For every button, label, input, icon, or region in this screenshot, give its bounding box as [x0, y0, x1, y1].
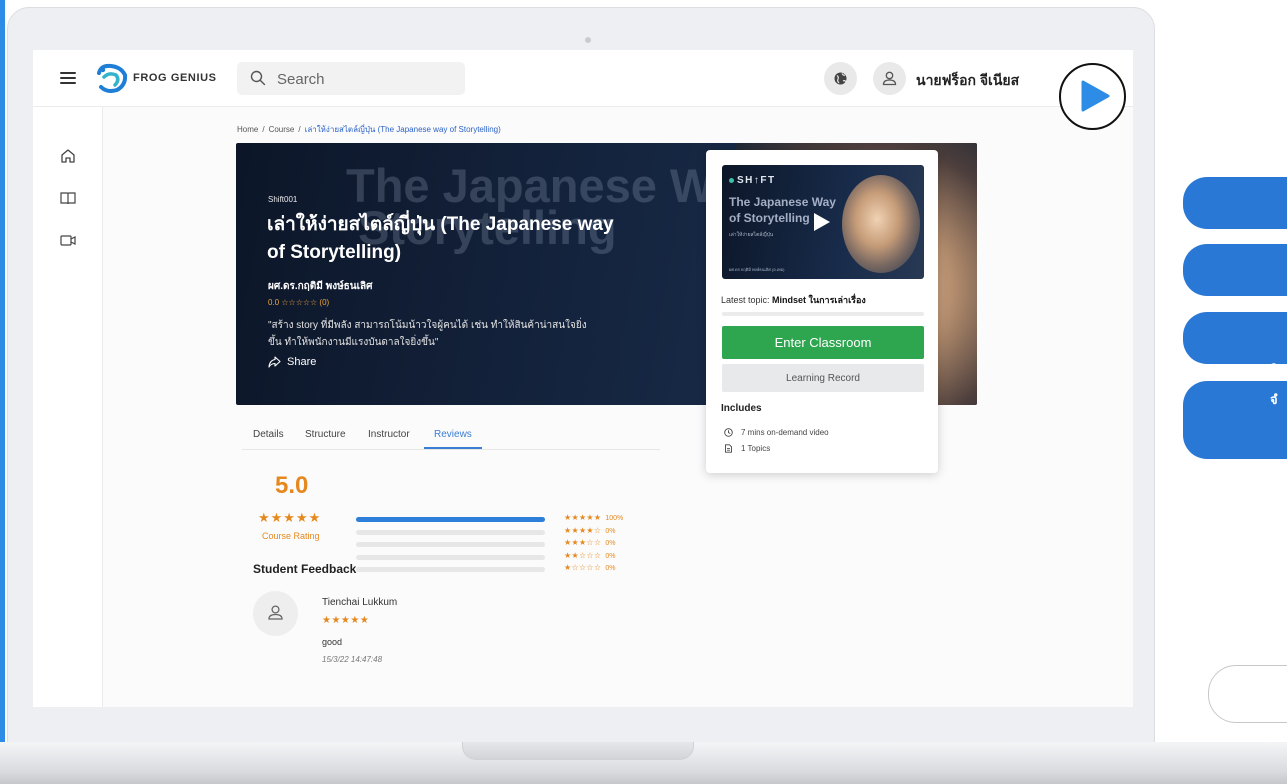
document-icon: [725, 444, 732, 453]
rating-bar-label: ★★★★★ 100%: [564, 513, 624, 522]
course-code: Shift001: [268, 195, 298, 204]
rating-bar: [356, 529, 545, 535]
brand-logo[interactable]: FROG GENIUS: [95, 62, 217, 94]
breadcrumb: Home / Course / เล่าให้ง่ายสไตล์ญี่ปุ่น (The…: [237, 125, 501, 134]
rating-bar-label: ★★☆☆☆ 0%: [564, 550, 616, 560]
rating-summary: 5.0 ★★★★★ Course Rating ★★★★★ 100% ★★★★☆ 0%…: [242, 460, 688, 572]
rating-bar: [356, 517, 545, 522]
breadcrumb-home[interactable]: Home: [237, 125, 258, 134]
rating-bar-label: ★☆☆☆☆ 0%: [564, 563, 616, 572]
sidebar: [33, 107, 103, 707]
user-name[interactable]: นายฟร็อก จีเนียส: [916, 70, 1019, 92]
top-bar: FROG GENIUS นายฟร็อก จีเนียส: [33, 50, 1133, 107]
tab-details[interactable]: Details: [253, 429, 284, 440]
enter-classroom-button[interactable]: Enter Classroom: [722, 326, 924, 359]
profile-button[interactable]: [873, 62, 906, 95]
clock-icon: [724, 428, 733, 437]
active-tab-indicator: [424, 447, 482, 449]
language-button[interactable]: [824, 62, 857, 95]
share-button[interactable]: Share: [268, 356, 316, 368]
play-icon[interactable]: [814, 213, 830, 231]
course-card: SH↑FT The Japanese Way of Storytelling เ…: [706, 150, 938, 473]
topic-progress-bar: [722, 312, 924, 316]
breadcrumb-course[interactable]: Course: [269, 125, 295, 134]
play-button[interactable]: [1059, 63, 1126, 130]
rating-bar: [356, 567, 545, 572]
side-pill-1[interactable]: [1183, 177, 1287, 229]
search-icon: [250, 70, 266, 86]
reviewer-name: Tienchai Lukkum: [322, 597, 398, 608]
tab-instructor[interactable]: Instructor: [368, 429, 410, 440]
side-pill-3-text: จ: [1270, 359, 1278, 374]
review-text: good: [322, 637, 343, 647]
laptop-notch: [462, 742, 694, 760]
thumbnail-subtitle: เล่าให้ง่ายสไตล์ญี่ปุ่น: [729, 232, 774, 238]
rating-bar: [356, 542, 545, 547]
video-icon[interactable]: [59, 231, 77, 249]
average-rating: 5.0: [275, 472, 309, 499]
feedback-title: Student Feedback: [253, 562, 357, 576]
thumbnail-brand: SH↑FT: [729, 175, 776, 186]
course-author: ผศ.ดร.กฤติมี พงษ์ธนเลิศ: [268, 281, 373, 292]
side-pill-4-text: จํ: [1270, 392, 1278, 407]
user-icon: [882, 71, 897, 86]
brand-name: FROG GENIUS: [133, 72, 217, 84]
side-outline-pill[interactable]: [1208, 665, 1287, 723]
include-video: 7 mins on-demand video: [724, 428, 829, 437]
search-input[interactable]: [275, 69, 459, 89]
tab-reviews[interactable]: Reviews: [434, 429, 472, 440]
share-icon: [268, 356, 281, 368]
home-icon[interactable]: [59, 147, 77, 165]
course-title: เล่าให้ง่ายสไตล์ญี่ปุ่น (The Japanese wa…: [267, 214, 614, 263]
app-screen: FROG GENIUS นายฟร็อก จีเนียส: [33, 50, 1133, 707]
include-topics: 1 Topics: [724, 444, 770, 453]
rating-bar-label: ★★★★☆ 0%: [564, 525, 616, 535]
camera-dot: [585, 37, 591, 43]
side-pill-2[interactable]: [1183, 244, 1287, 296]
book-icon[interactable]: [59, 189, 77, 207]
reviewer-avatar: [253, 591, 298, 636]
menu-icon[interactable]: [60, 72, 76, 84]
edge-strip: [0, 0, 5, 784]
search-box[interactable]: [237, 62, 465, 95]
user-icon: [268, 605, 283, 620]
thumbnail-title: The Japanese Way of Storytelling: [729, 195, 836, 225]
review-time: 15/3/22 14:47:48: [322, 655, 383, 664]
course-description: "สร้าง story ที่มีพลัง สามารถโน้มน้าวใจผ…: [268, 320, 587, 348]
share-label: Share: [287, 356, 317, 368]
course-tabs: Details Structure Instructor Reviews: [242, 429, 660, 450]
breadcrumb-current: เล่าให้ง่ายสไตล์ญี่ปุ่น (The Japanese wa…: [304, 125, 501, 134]
tab-structure[interactable]: Structure: [305, 429, 346, 440]
average-rating-stars: ★★★★★: [258, 510, 322, 525]
latest-topic: Latest topic: Mindset ในการเล่าเรื่อง: [721, 295, 866, 305]
frog-logo-icon: [97, 63, 128, 93]
course-rating: 0.0 ☆☆☆☆☆ (0): [268, 298, 330, 307]
thumbnail-author: ผศ.ดร.กฤติมี พงษ์ธนเลิศ (อ.เทอ): [729, 267, 785, 272]
includes-title: Includes: [721, 403, 762, 414]
course-video-thumbnail[interactable]: SH↑FT The Japanese Way of Storytelling เ…: [722, 165, 924, 279]
rating-bar: [356, 554, 545, 560]
globe-icon: [834, 72, 847, 85]
rating-bar-label: ★★★☆☆ 0%: [564, 538, 616, 547]
rating-label: Course Rating: [262, 531, 320, 541]
review-stars: ★★★★★: [322, 615, 370, 626]
learning-record-button[interactable]: Learning Record: [722, 364, 924, 392]
play-icon: [1081, 80, 1110, 112]
thumbnail-instructor: [842, 175, 920, 273]
